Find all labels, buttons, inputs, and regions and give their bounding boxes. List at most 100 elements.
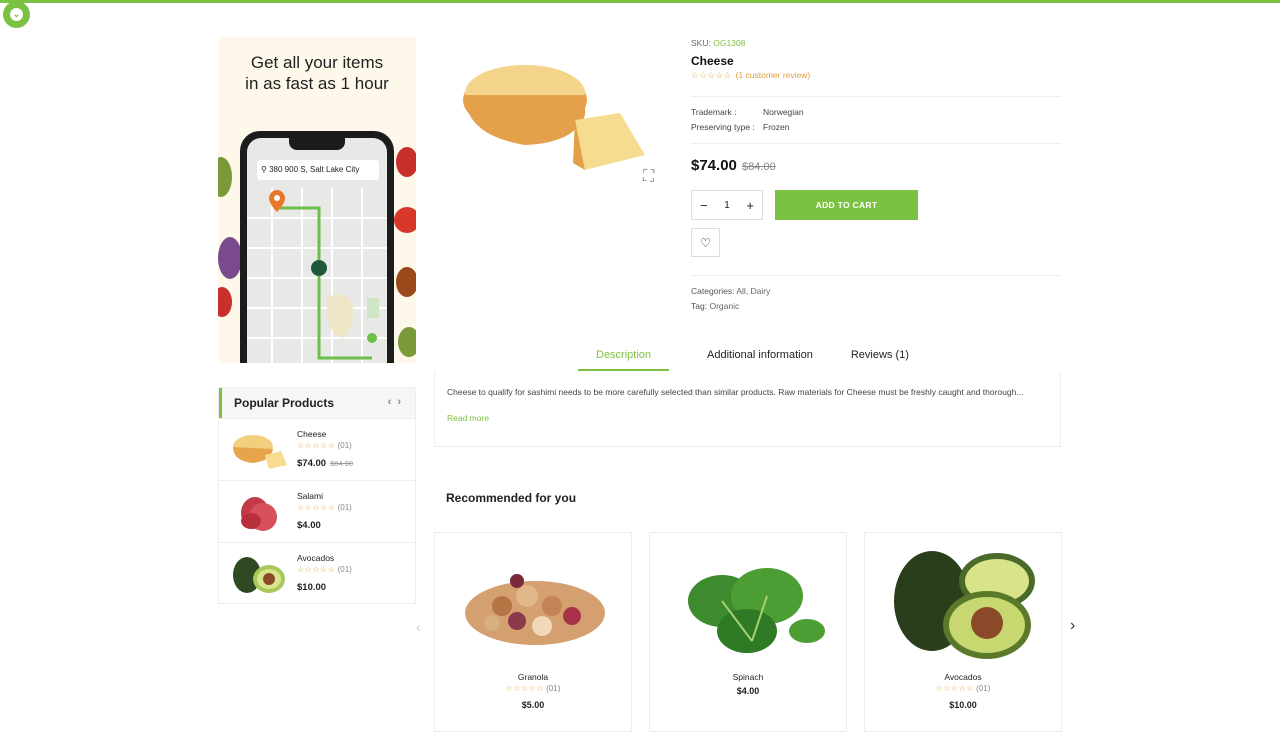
product-categories: Categories: All, Dairy [691, 286, 770, 296]
tab-additional-information[interactable]: Additional information [707, 343, 813, 371]
chevron-left-icon[interactable]: ‹ [416, 619, 421, 635]
price-current: $10.00 [297, 582, 327, 593]
rating-count: (01) [976, 684, 991, 693]
quantity-decrease-button[interactable]: − [700, 198, 708, 213]
product-rating: ☆☆☆☆☆ (01) [435, 684, 631, 693]
vegetable-decoration [398, 327, 416, 357]
product-name[interactable]: Cheese [297, 429, 326, 439]
phone-mockup: ⚲ 380 900 S, Salt Lake City [240, 131, 394, 363]
product-tabs: Description Additional information Revie… [578, 343, 947, 371]
categories-value[interactable]: All, Dairy [736, 286, 770, 296]
wishlist-button[interactable]: ♡ [691, 228, 720, 257]
popular-product-item[interactable]: Cheese ☆☆☆☆☆ (01) $74.00 $84.00 [219, 418, 415, 480]
product-rating: ☆☆☆☆☆ (01) [297, 441, 352, 450]
price-current: $4.00 [297, 520, 321, 531]
old-price: $84.00 [742, 161, 776, 173]
sku-label: SKU: [691, 38, 711, 48]
product-price: $5.00 [521, 700, 545, 710]
map-address-text: 380 900 S, Salt Lake City [269, 165, 360, 174]
rating-stars: ☆☆☆☆☆ [297, 565, 336, 574]
product-rating: ☆☆☆☆☆ (01) [865, 684, 1061, 693]
popular-products-arrows: ‹› [388, 396, 407, 408]
popular-products-header: Popular Products ‹› [219, 388, 415, 418]
popular-products-widget: Popular Products ‹› Cheese ☆☆☆☆☆ (01) $7… [218, 387, 416, 604]
scroll-toggle-button[interactable]: ⌄ [3, 1, 30, 28]
sku-value: OG1308 [713, 38, 746, 48]
divider [691, 143, 1061, 144]
quantity-stepper[interactable]: − 1 + [691, 190, 763, 220]
map-address: ⚲ 380 900 S, Salt Lake City [257, 160, 379, 180]
avocado-thumbnail [233, 557, 285, 593]
product-name[interactable]: Spinach [650, 672, 846, 682]
chevron-right-icon[interactable]: › [397, 396, 407, 408]
product-name[interactable]: Granola [435, 672, 631, 682]
heart-icon: ♡ [700, 235, 711, 250]
salami-thumbnail [241, 497, 277, 531]
quantity-value[interactable]: 1 [724, 200, 730, 211]
description-panel: Cheese to qualify for sashimi needs to b… [434, 371, 1061, 447]
zoom-icon[interactable]: ⛶ [643, 168, 665, 186]
chevron-down-icon: ⌄ [10, 8, 23, 21]
product-name[interactable]: Avocados [297, 553, 334, 563]
rating-stars: ☆☆☆☆☆ [505, 684, 544, 693]
banner-title: Get all your items in as fast as 1 hour [218, 52, 416, 94]
cheese-thumbnail [233, 435, 287, 469]
tag-value[interactable]: Organic [709, 301, 739, 311]
product-image-cheese[interactable] [455, 55, 655, 185]
product-title: Cheese [691, 54, 734, 68]
chevron-left-icon[interactable]: ‹ [388, 396, 398, 408]
price-current: $74.00 [297, 458, 327, 469]
recommended-title: Recommended for you [446, 491, 577, 505]
rating-stars: ☆☆☆☆☆ [935, 684, 974, 693]
divider [691, 96, 1061, 97]
trademark-value: Norwegian [763, 107, 804, 117]
product-tags: Tag: Organic [691, 301, 739, 311]
rating-stars: ☆☆☆☆☆ [691, 70, 732, 80]
rating-count: (01) [546, 684, 561, 693]
recommended-card[interactable]: Avocados ☆☆☆☆☆ (01) $10.00 [864, 532, 1062, 732]
add-to-cart-button[interactable]: ADD TO CART [775, 190, 918, 220]
tab-reviews[interactable]: Reviews (1) [851, 343, 909, 371]
trademark-row: Trademark : Norwegian [691, 107, 804, 117]
rating-count: (01) [337, 565, 352, 574]
popular-product-item[interactable]: Avocados ☆☆☆☆☆ (01) $10.00 [219, 542, 415, 604]
vegetable-decoration [394, 207, 416, 233]
phone-screen-map: ⚲ 380 900 S, Salt Lake City [247, 138, 387, 363]
vegetable-decoration [218, 237, 242, 279]
recommended-card[interactable]: Spinach $4.00 [649, 532, 847, 732]
product-name[interactable]: Avocados [865, 672, 1061, 682]
product-price: $10.00 [297, 582, 326, 593]
description-text: Cheese to qualify for sashimi needs to b… [447, 387, 1024, 397]
product-price: $10.00 [949, 700, 977, 710]
delivery-banner[interactable]: Get all your items in as fast as 1 hour [218, 37, 416, 363]
spinach-image [688, 568, 825, 653]
price-old: $84.00 [330, 459, 354, 468]
quantity-increase-button[interactable]: + [746, 198, 754, 213]
tag-label: Tag: [691, 301, 708, 311]
vegetable-decoration [218, 157, 232, 197]
granola-image [465, 574, 605, 645]
top-accent-bar [0, 0, 1280, 3]
tab-description[interactable]: Description [578, 343, 670, 371]
product-rating: ☆☆☆☆☆ (1 customer review) [691, 70, 810, 81]
preserving-value: Frozen [763, 122, 790, 132]
rating-count: (01) [337, 441, 352, 450]
product-price: $74.00 $84.00 [297, 458, 353, 469]
banner-title-line2: in as fast as 1 hour [245, 74, 389, 93]
preserving-label: Preserving type : [691, 122, 755, 132]
popular-product-item[interactable]: Salami ☆☆☆☆☆ (01) $4.00 [219, 480, 415, 542]
divider [691, 275, 1061, 276]
preserving-row: Preserving type : Frozen [691, 122, 789, 132]
popular-products-title: Popular Products [234, 396, 335, 410]
read-more-link[interactable]: Read more [447, 413, 489, 423]
vegetable-decoration [396, 147, 416, 177]
product-name[interactable]: Salami [297, 491, 323, 501]
product-rating: ☆☆☆☆☆ (01) [297, 503, 352, 512]
categories-label: Categories: [691, 286, 735, 296]
customer-review-link[interactable]: (1 customer review) [736, 70, 811, 80]
product-rating: ☆☆☆☆☆ (01) [297, 565, 352, 574]
chevron-right-icon[interactable]: › [1070, 617, 1075, 635]
rating-count: (01) [337, 503, 352, 512]
current-price: $74.00 [691, 157, 737, 174]
recommended-card[interactable]: Granola ☆☆☆☆☆ (01) $5.00 [434, 532, 632, 732]
